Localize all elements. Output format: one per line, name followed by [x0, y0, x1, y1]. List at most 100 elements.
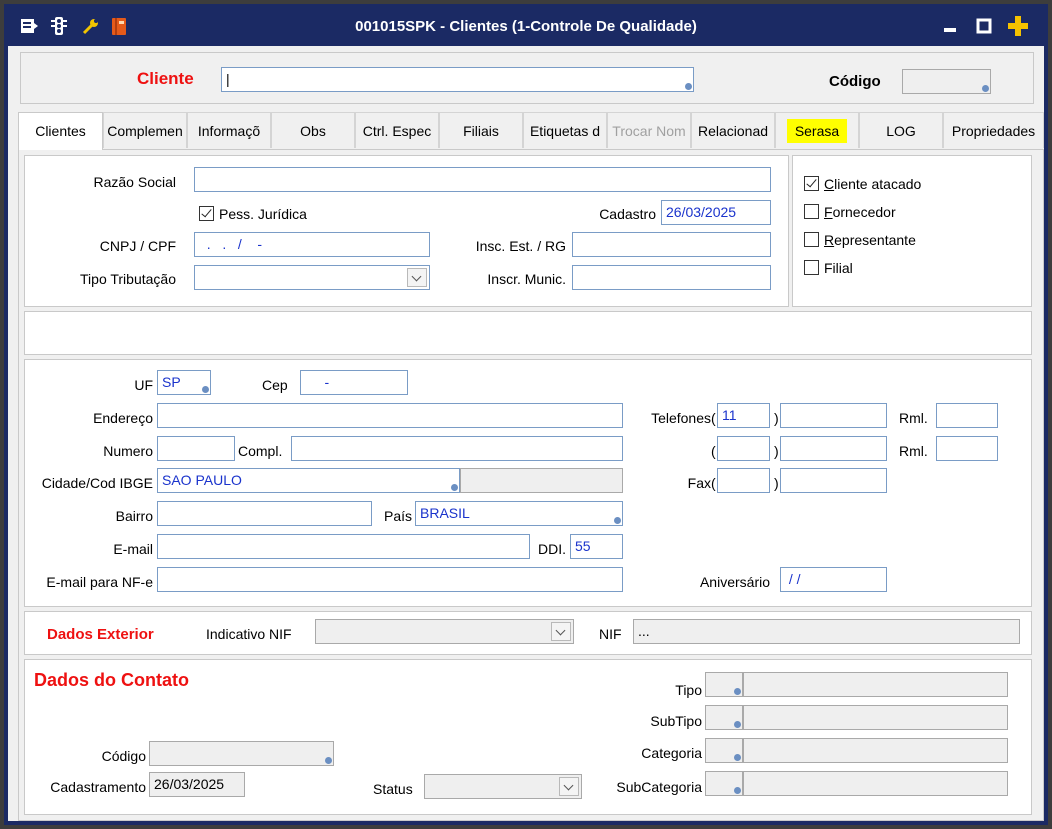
categoria-code-input[interactable] [705, 738, 743, 763]
tipo-label: Tipo [675, 682, 702, 698]
cliente-atacado-label: Cliente atacado [824, 176, 922, 192]
uf-label: UF [134, 377, 153, 393]
numero-label: Numero [103, 443, 153, 459]
tel2-number-input[interactable] [780, 436, 887, 461]
dados-contato-title: Dados do Contato [34, 670, 189, 690]
cnpj-input[interactable]: . . / - [194, 232, 430, 257]
tab-filiais[interactable]: Filiais [439, 112, 523, 148]
status-select[interactable] [424, 774, 582, 799]
tab-trocar-nome[interactable]: Trocar Nom [607, 112, 691, 148]
indicativo-nif-label: Indicativo NIF [206, 626, 292, 642]
cliente-input[interactable]: | [221, 67, 694, 92]
tel1-number-input[interactable] [780, 403, 887, 428]
bairro-label: Bairro [115, 508, 153, 524]
aniversario-label: Aniversário [699, 574, 770, 590]
restore-icon[interactable] [971, 14, 997, 38]
chevron-down-icon[interactable] [559, 777, 579, 796]
dados-exterior-title: Dados Exterior [47, 626, 154, 643]
tab-serasa[interactable]: Serasa [775, 112, 859, 148]
filial-checkbox[interactable] [804, 260, 819, 275]
codigo-input[interactable] [902, 69, 991, 94]
subcategoria-desc-input[interactable] [743, 771, 1008, 796]
cliente-atacado-checkbox[interactable] [804, 176, 819, 191]
endereco-input[interactable] [157, 403, 623, 428]
paren-open-1: ( [711, 410, 716, 426]
cep-input[interactable]: - [300, 370, 408, 395]
tab-informacoes[interactable]: Informaçõ [187, 112, 271, 148]
bairro-input[interactable] [157, 501, 372, 526]
cadastramento-input[interactable]: 26/03/2025 [149, 772, 245, 797]
email-nfe-input[interactable] [157, 567, 623, 592]
chevron-down-icon[interactable] [551, 622, 571, 641]
ddi-input[interactable]: 55 [570, 534, 623, 559]
tel2-ddd-input[interactable] [717, 436, 770, 461]
fax-number-input[interactable] [780, 468, 887, 493]
numero-input[interactable] [157, 436, 235, 461]
title-bar: 001015SPK - Clientes (1-Controle De Qual… [8, 8, 1044, 46]
indicativo-nif-select[interactable] [315, 619, 574, 644]
paren-open-2: ( [711, 443, 716, 459]
insc-est-label: Insc. Est. / RG [475, 238, 566, 254]
cadastro-label: Cadastro [599, 206, 656, 222]
tipo-desc-input[interactable] [743, 672, 1008, 697]
paren-close-3: ) [774, 475, 779, 491]
inscr-munic-input[interactable] [572, 265, 771, 290]
filial-label: Filial [824, 260, 853, 276]
chevron-down-icon[interactable] [407, 268, 427, 287]
plus-icon[interactable] [1005, 14, 1031, 38]
rml1-input[interactable] [936, 403, 998, 428]
subcategoria-code-input[interactable] [705, 771, 743, 796]
email-input[interactable] [157, 534, 530, 559]
tab-log[interactable]: LOG [859, 112, 943, 148]
contato-codigo-label: Código [101, 748, 146, 764]
razao-social-label: Razão Social [93, 174, 177, 190]
categoria-desc-input[interactable] [743, 738, 1008, 763]
email-label: E-mail [113, 541, 153, 557]
insc-est-input[interactable] [572, 232, 771, 257]
fax-label: Fax [687, 475, 711, 491]
pess-juridica-checkbox[interactable] [199, 206, 214, 221]
tab-propriedades[interactable]: Propriedades [943, 112, 1044, 148]
cadastro-input[interactable]: 26/03/2025 [661, 200, 771, 225]
tipo-tributacao-label: Tipo Tributação [80, 271, 176, 287]
fornecedor-label: Fornecedor [824, 204, 896, 220]
paren-open-3: ( [711, 475, 716, 491]
tab-complemento[interactable]: Complemen [103, 112, 187, 148]
rml2-input[interactable] [936, 436, 998, 461]
subtipo-label: SubTipo [650, 713, 702, 729]
codigo-label: Código [829, 73, 881, 90]
fornecedor-checkbox[interactable] [804, 204, 819, 219]
compl-input[interactable] [291, 436, 623, 461]
subtipo-code-input[interactable] [705, 705, 743, 730]
representante-checkbox[interactable] [804, 232, 819, 247]
empty-panel [24, 311, 1032, 355]
nif-input[interactable]: ... [633, 619, 1020, 644]
tab-relacionados[interactable]: Relacionad [691, 112, 775, 148]
pais-input[interactable]: BRASIL [415, 501, 623, 526]
tel1-ddd-input[interactable]: 11 [717, 403, 770, 428]
contato-codigo-input[interactable] [149, 741, 334, 766]
subtipo-desc-input[interactable] [743, 705, 1008, 730]
uf-input[interactable]: SP [157, 370, 211, 395]
aniversario-input[interactable]: / / [780, 567, 887, 592]
tipo-code-input[interactable] [705, 672, 743, 697]
pais-label: País [384, 508, 413, 524]
tab-ctrl-espec[interactable]: Ctrl. Espec [355, 112, 439, 148]
tipo-tributacao-select[interactable] [194, 265, 430, 290]
tab-obs[interactable]: Obs [271, 112, 355, 148]
rml2-label: Rml. [899, 443, 928, 459]
categoria-label: Categoria [641, 745, 702, 761]
representante-label: Representante [824, 232, 916, 248]
nif-label: NIF [599, 626, 622, 642]
minimize-icon[interactable] [937, 14, 963, 38]
tab-clientes[interactable]: Clientes [18, 112, 103, 150]
tab-etiquetas[interactable]: Etiquetas d [523, 112, 607, 148]
telefones-label: Telefones [651, 410, 711, 426]
razao-social-input[interactable] [194, 167, 771, 192]
ibge-code-input[interactable] [460, 468, 623, 493]
fax-ddd-input[interactable] [717, 468, 770, 493]
paren-close-2: ) [774, 443, 779, 459]
cep-label: Cep [262, 377, 288, 393]
pess-juridica-label: Pess. Jurídica [219, 206, 307, 222]
cidade-input[interactable]: SAO PAULO [157, 468, 460, 493]
